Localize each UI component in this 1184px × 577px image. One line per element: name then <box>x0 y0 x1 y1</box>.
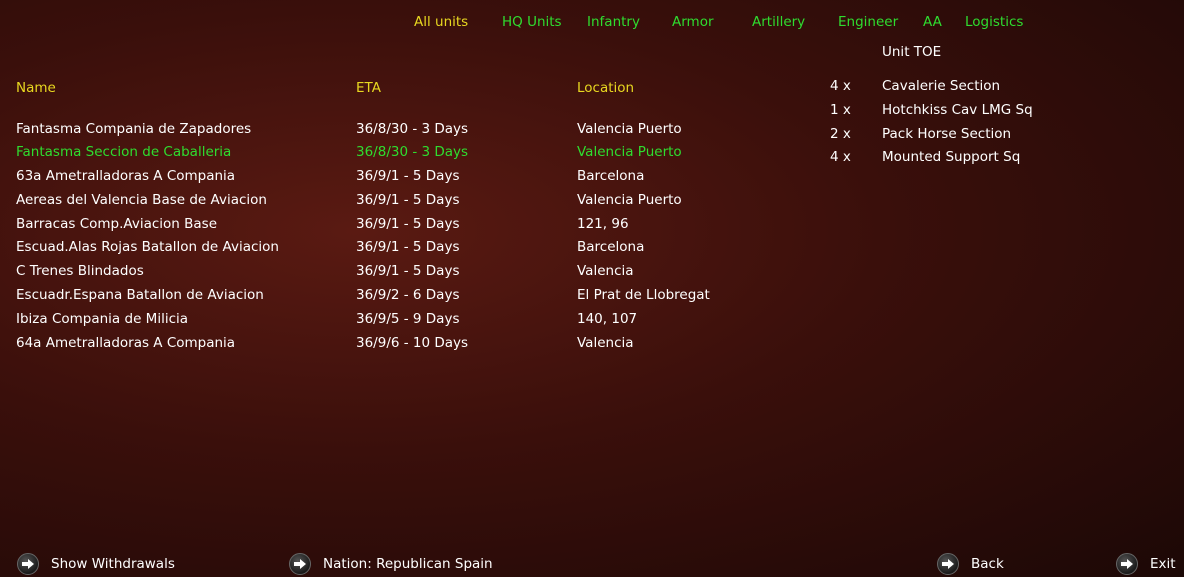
table-row[interactable]: 64a Ametralladoras A Compania 36/9/6 - 1… <box>0 335 800 359</box>
unit-location: Valencia <box>577 263 634 279</box>
column-header-eta[interactable]: ETA <box>356 80 381 96</box>
toe-quantity: 4 x <box>830 149 851 165</box>
toe-item: 1 x Hotchkiss Cav LMG Sq <box>830 102 1160 126</box>
arrow-right-icon <box>1116 553 1138 575</box>
tab-logistics[interactable]: Logistics <box>965 14 1023 30</box>
unit-name: Escuad.Alas Rojas Batallon de Aviacion <box>16 239 279 255</box>
back-label: Back <box>971 556 1004 572</box>
toe-title: Unit TOE <box>882 44 942 60</box>
toe-element-name: Hotchkiss Cav LMG Sq <box>882 102 1033 118</box>
show-withdrawals-label: Show Withdrawals <box>51 556 175 572</box>
table-row[interactable]: C Trenes Blindados 36/9/1 - 5 Days Valen… <box>0 263 800 287</box>
tab-aa[interactable]: AA <box>923 14 942 30</box>
exit-button[interactable]: Exit <box>1116 552 1176 576</box>
toe-item: 2 x Pack Horse Section <box>830 126 1160 150</box>
unit-name: 63a Ametralladoras A Compania <box>16 168 236 184</box>
table-row[interactable]: Aereas del Valencia Base de Aviacion 36/… <box>0 192 800 216</box>
unit-name: 64a Ametralladoras A Compania <box>16 335 236 351</box>
unit-location: Valencia <box>577 335 634 351</box>
unit-eta: 36/9/1 - 5 Days <box>356 263 460 279</box>
table-row-selected[interactable]: Fantasma Seccion de Caballeria 36/8/30 -… <box>0 144 800 168</box>
unit-eta: 36/9/1 - 5 Days <box>356 168 460 184</box>
unit-name: Fantasma Seccion de Caballeria <box>16 144 232 160</box>
nation-label: Nation: Republican Spain <box>323 556 493 572</box>
tab-engineer[interactable]: Engineer <box>838 14 898 30</box>
tab-hq-units[interactable]: HQ Units <box>502 14 562 30</box>
table-row[interactable]: Escuad.Alas Rojas Batallon de Aviacion 3… <box>0 239 800 263</box>
toe-element-name: Mounted Support Sq <box>882 149 1021 165</box>
unit-eta: 36/8/30 - 3 Days <box>356 144 469 160</box>
table-row[interactable]: Barracas Comp.Aviacion Base 36/9/1 - 5 D… <box>0 216 800 240</box>
table-row[interactable]: Fantasma Compania de Zapadores 36/8/30 -… <box>0 121 800 145</box>
toe-element-name: Cavalerie Section <box>882 78 1001 94</box>
show-withdrawals-button[interactable]: Show Withdrawals <box>17 552 175 576</box>
unit-name: C Trenes Blindados <box>16 263 144 279</box>
tab-infantry[interactable]: Infantry <box>587 14 640 30</box>
toe-quantity: 1 x <box>830 102 851 118</box>
unit-location: 140, 107 <box>577 311 638 327</box>
unit-name: Aereas del Valencia Base de Aviacion <box>16 192 267 208</box>
arrow-right-icon <box>937 553 959 575</box>
unit-name: Escuadr.Espana Batallon de Aviacion <box>16 287 264 303</box>
arrow-right-icon <box>17 553 39 575</box>
toe-item: 4 x Mounted Support Sq <box>830 149 1160 173</box>
column-header-location[interactable]: Location <box>577 80 634 96</box>
unit-eta: 36/9/1 - 5 Days <box>356 216 460 232</box>
toe-quantity: 2 x <box>830 126 851 142</box>
unit-location: 121, 96 <box>577 216 629 232</box>
back-button[interactable]: Back <box>937 552 1004 576</box>
unit-name: Ibiza Compania de Milicia <box>16 311 189 327</box>
unit-eta: 36/9/5 - 9 Days <box>356 311 460 327</box>
tab-artillery[interactable]: Artillery <box>752 14 805 30</box>
exit-label: Exit <box>1150 556 1176 572</box>
unit-eta: 36/9/1 - 5 Days <box>356 192 460 208</box>
unit-name: Barracas Comp.Aviacion Base <box>16 216 217 232</box>
toe-element-name: Pack Horse Section <box>882 126 1012 142</box>
unit-name: Fantasma Compania de Zapadores <box>16 121 252 137</box>
unit-location: Barcelona <box>577 168 645 184</box>
table-row[interactable]: 63a Ametralladoras A Compania 36/9/1 - 5… <box>0 168 800 192</box>
unit-eta: 36/9/2 - 6 Days <box>356 287 460 303</box>
nation-button[interactable]: Nation: Republican Spain <box>289 552 493 576</box>
column-header-name[interactable]: Name <box>16 80 56 96</box>
toe-quantity: 4 x <box>830 78 851 94</box>
unit-location: Valencia Puerto <box>577 144 682 160</box>
unit-location: El Prat de Llobregat <box>577 287 710 303</box>
table-row[interactable]: Ibiza Compania de Milicia 36/9/5 - 9 Day… <box>0 311 800 335</box>
unit-location: Barcelona <box>577 239 645 255</box>
table-row[interactable]: Escuadr.Espana Batallon de Aviacion 36/9… <box>0 287 800 311</box>
unit-eta: 36/8/30 - 3 Days <box>356 121 469 137</box>
unit-eta: 36/9/6 - 10 Days <box>356 335 469 351</box>
tab-armor[interactable]: Armor <box>672 14 714 30</box>
unit-location: Valencia Puerto <box>577 121 682 137</box>
tab-all-units[interactable]: All units <box>414 14 468 30</box>
toe-item: 4 x Cavalerie Section <box>830 78 1160 102</box>
unit-location: Valencia Puerto <box>577 192 682 208</box>
unit-eta: 36/9/1 - 5 Days <box>356 239 460 255</box>
arrow-right-icon <box>289 553 311 575</box>
